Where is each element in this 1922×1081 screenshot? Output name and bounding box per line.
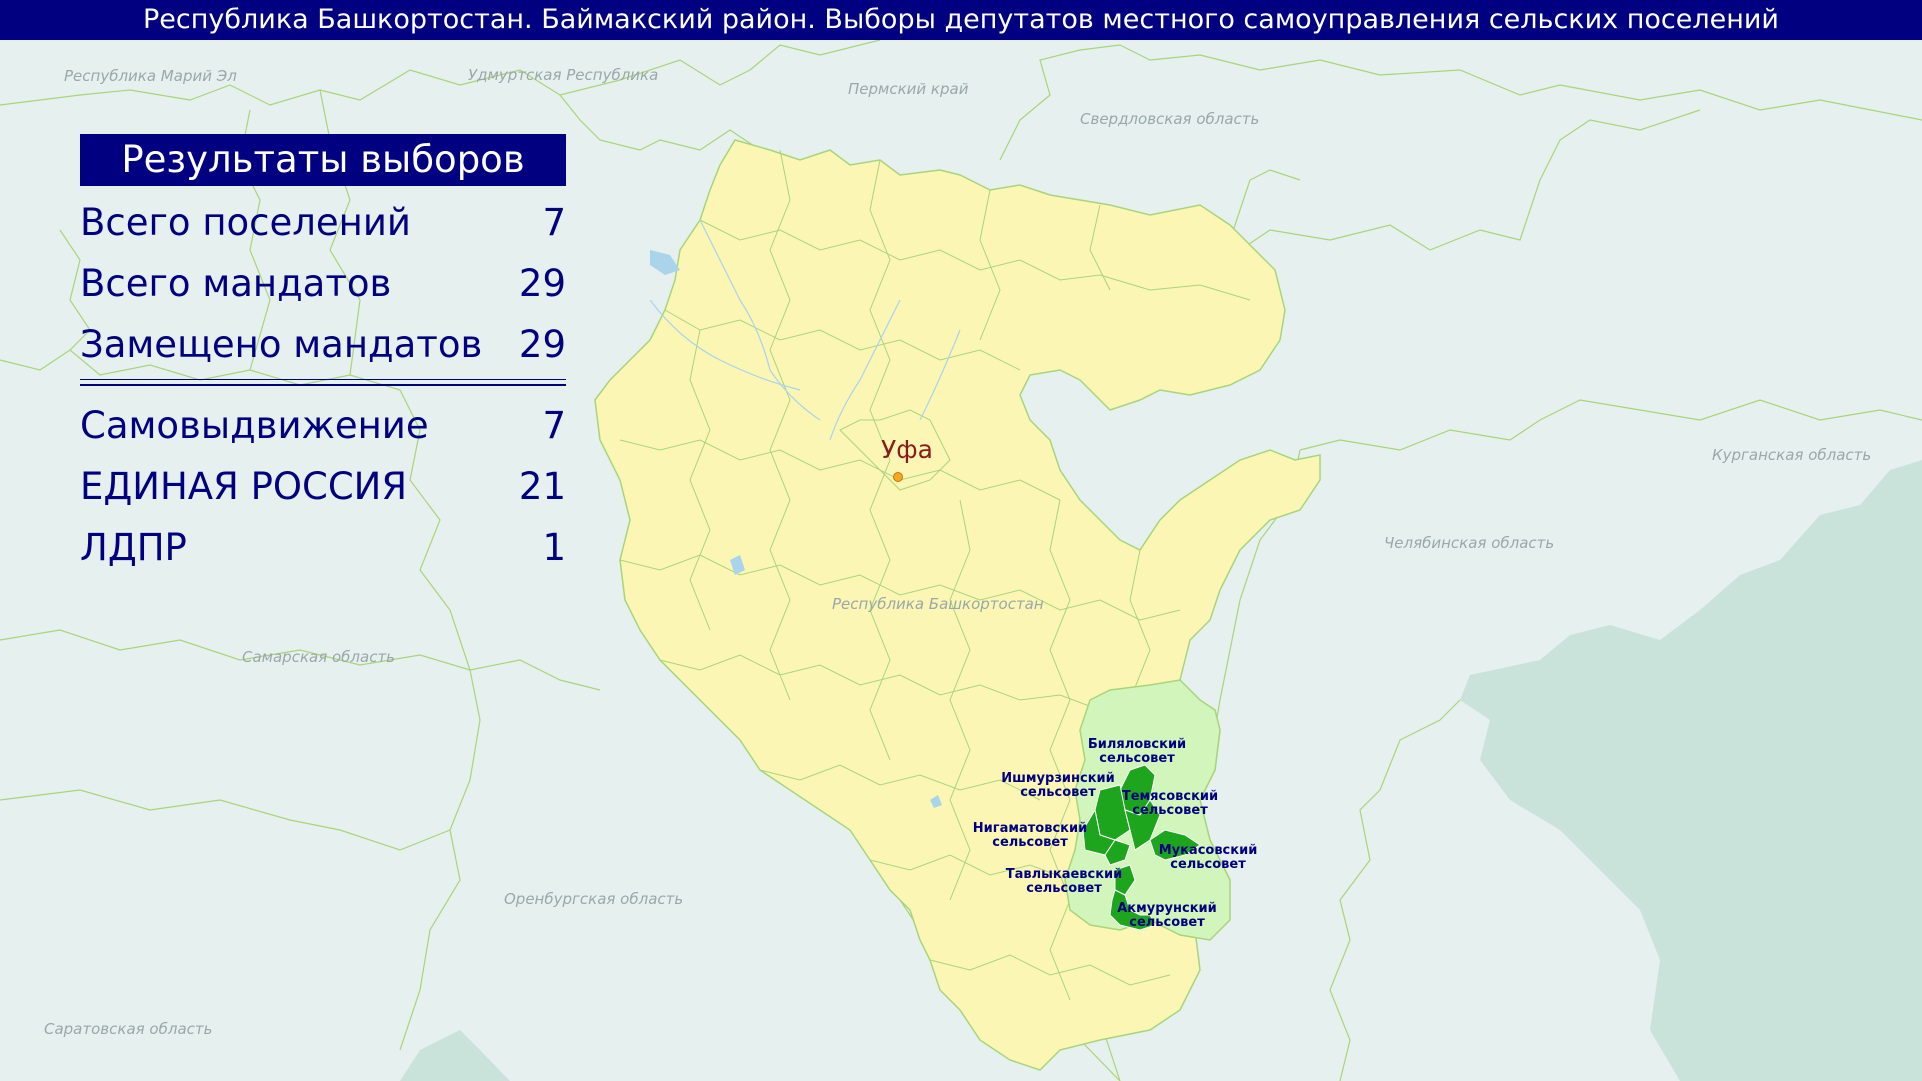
label-bilyalovsky-1: Биляловский	[1088, 737, 1186, 752]
label-akmurunsky-1: Акмурунский	[1117, 901, 1217, 916]
city-marker-icon	[893, 472, 903, 482]
stat-label: Всего поселений	[80, 201, 411, 244]
stat-row-filled-mandates: Замещено мандатов 29	[80, 314, 566, 375]
region-label-perm: Пермский край	[848, 80, 969, 98]
stat-label: Всего мандатов	[80, 262, 392, 305]
party-row-united-russia: ЕДИНАЯ РОССИЯ 21	[80, 456, 566, 517]
party-value: 1	[542, 526, 566, 569]
region-label-chelyabinsk: Челябинская область	[1384, 534, 1554, 552]
page-title-banner: Республика Башкортостан. Баймакский райо…	[0, 0, 1922, 40]
stat-value: 7	[542, 201, 566, 244]
region-label-kurgan: Курганская область	[1712, 446, 1871, 464]
party-label: Самовыдвижение	[80, 404, 429, 447]
results-title: Результаты выборов	[80, 134, 566, 186]
label-nigamatovsky-2: сельсовет	[992, 835, 1068, 850]
stat-value: 29	[518, 323, 566, 366]
party-row-self-nominated: Самовыдвижение 7	[80, 395, 566, 456]
stat-value: 29	[518, 262, 566, 305]
stat-row-mandates: Всего мандатов 29	[80, 253, 566, 314]
region-label-saratov: Саратовская область	[44, 1020, 212, 1038]
region-label-samara: Самарская область	[242, 648, 395, 666]
party-value: 7	[542, 404, 566, 447]
region-label-bashkortostan: Республика Башкортостан	[832, 595, 1044, 613]
label-tavlykaevsky-1: Тавлыкаевский	[1006, 867, 1123, 882]
label-mukasovsky-2: сельсовет	[1170, 857, 1246, 872]
party-label: ЛДПР	[80, 526, 187, 569]
region-label-mari-el: Республика Марий Эл	[64, 67, 237, 85]
stat-row-settlements: Всего поселений 7	[80, 192, 566, 253]
city-label: Уфа	[881, 435, 933, 464]
label-temyasovsky-2: сельсовет	[1132, 803, 1208, 818]
label-bilyalovsky-2: сельсовет	[1099, 751, 1175, 766]
results-panel: Результаты выборов Всего поселений 7 Все…	[80, 134, 566, 578]
label-akmurunsky-2: сельсовет	[1129, 915, 1205, 930]
party-label: ЕДИНАЯ РОССИЯ	[80, 465, 408, 508]
label-mukasovsky-1: Мукасовский	[1159, 843, 1258, 858]
party-row-ldpr: ЛДПР 1	[80, 517, 566, 578]
divider	[80, 375, 566, 395]
region-label-udmurtia: Удмуртская Республика	[468, 66, 658, 84]
label-temyasovsky-1: Темясовский	[1122, 789, 1218, 804]
party-value: 21	[518, 465, 566, 508]
region-label-orenburg: Оренбургская область	[504, 890, 683, 908]
label-ishmurzinsky-1: Ишмурзинский	[1001, 771, 1114, 786]
stat-label: Замещено мандатов	[80, 323, 483, 366]
label-tavlykaevsky-2: сельсовет	[1026, 881, 1102, 896]
label-ishmurzinsky-2: сельсовет	[1020, 785, 1096, 800]
label-nigamatovsky-1: Нигаматовский	[973, 821, 1087, 836]
region-label-sverdlovsk: Свердловская область	[1080, 110, 1259, 128]
